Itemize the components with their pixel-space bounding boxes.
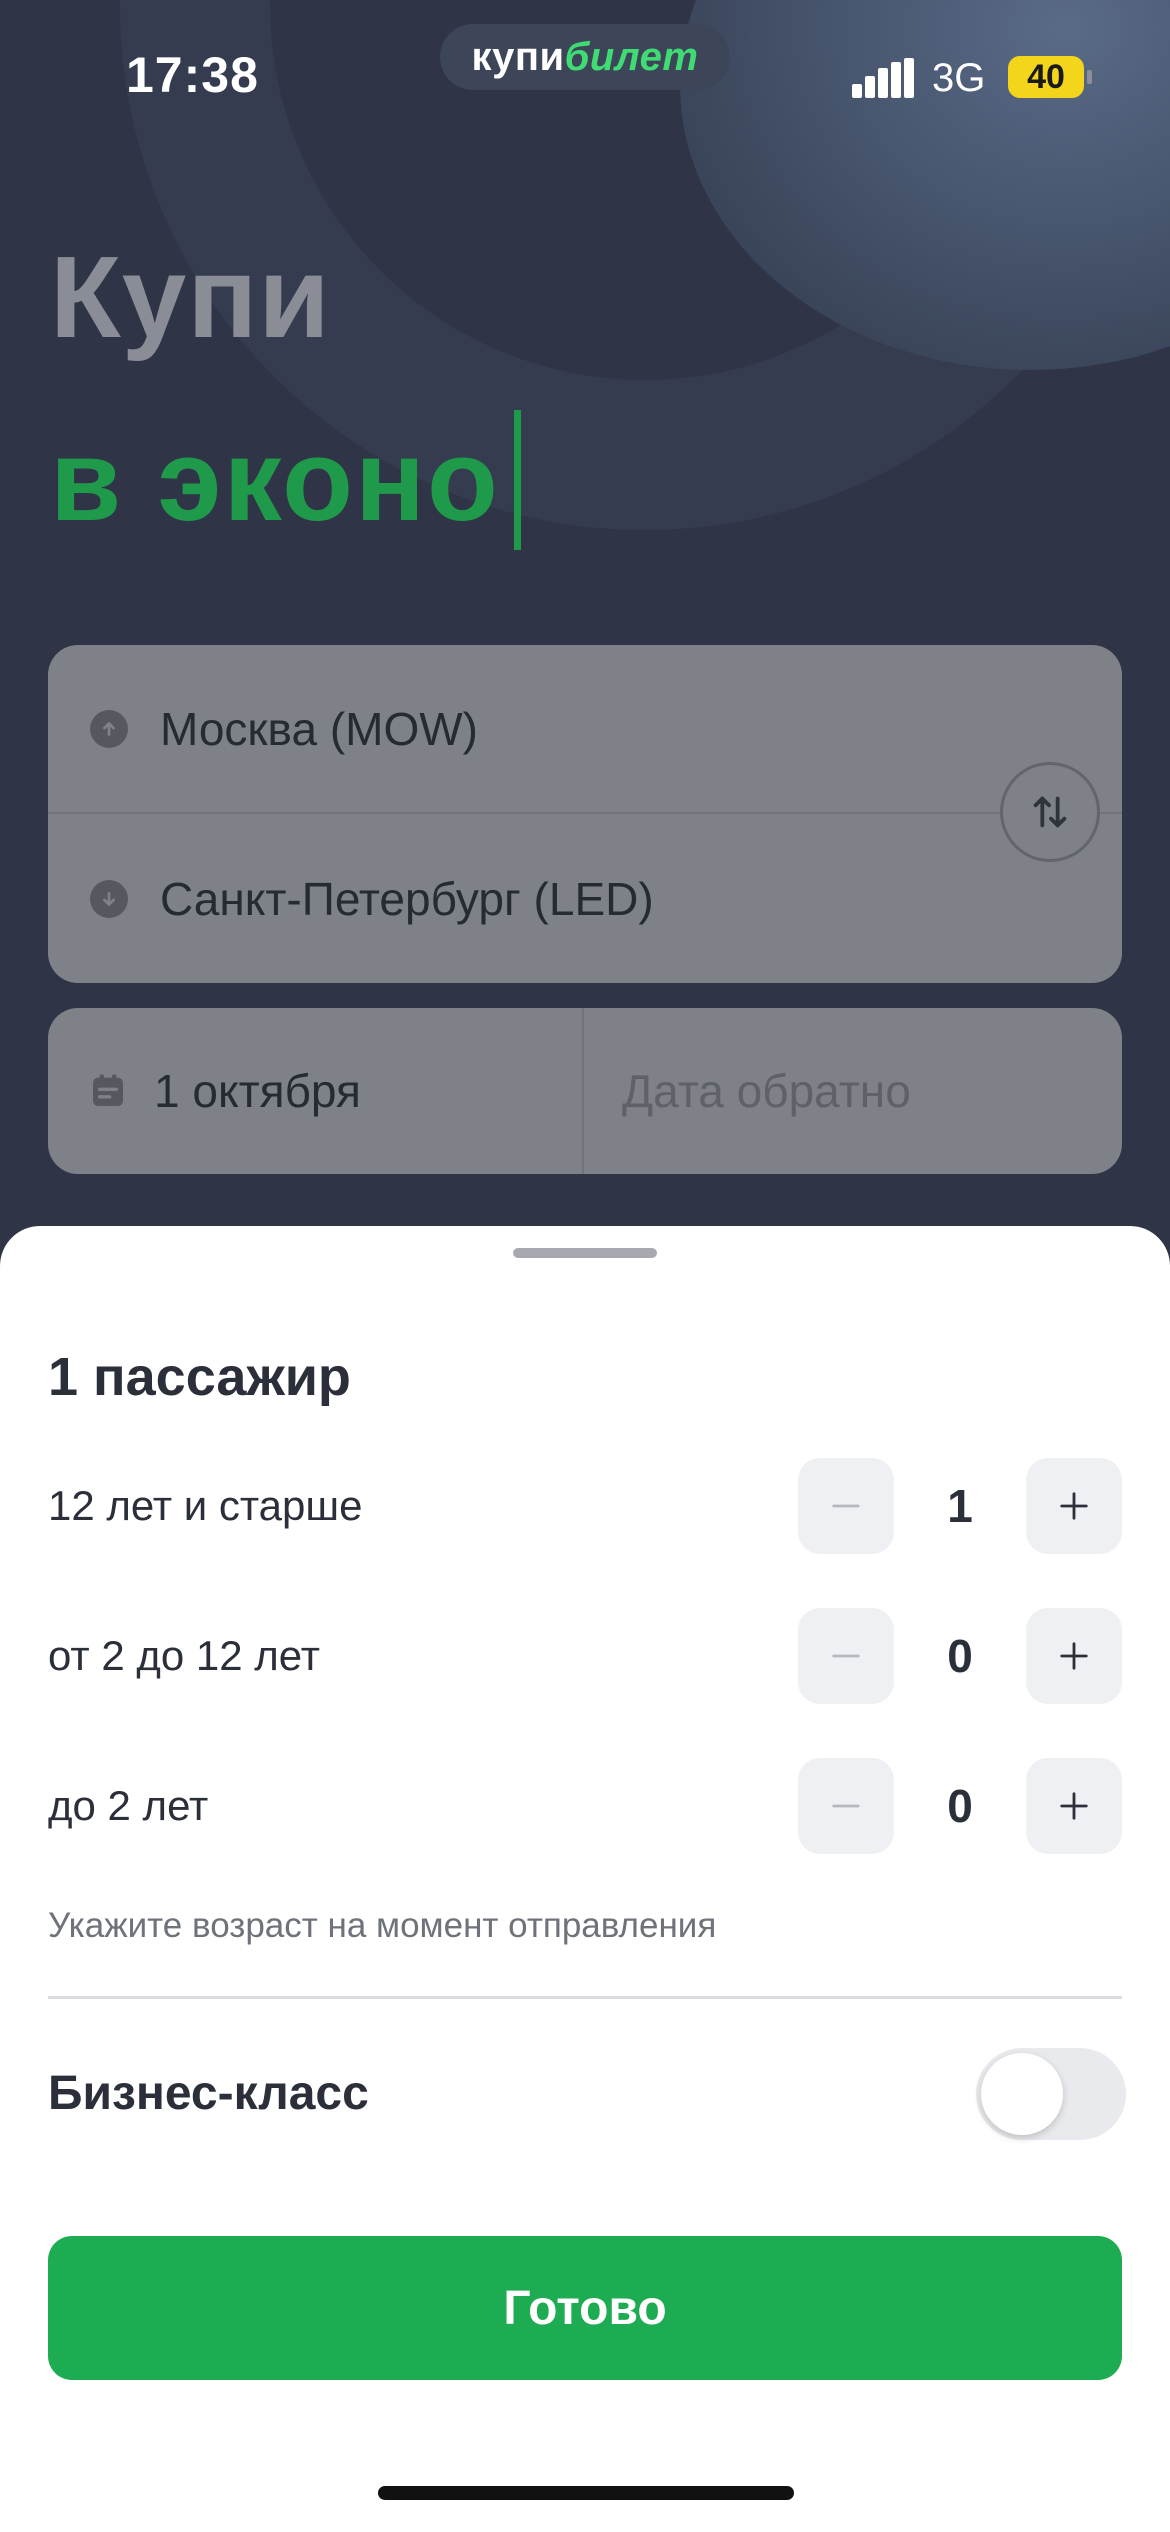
passenger-count: 1	[947, 1480, 973, 1532]
age-hint: Укажите возраст на момент отправления	[48, 1906, 717, 1945]
to-field[interactable]: Санкт-Петербург (LED)	[48, 814, 1122, 983]
brand-logo-part1: купи	[471, 34, 565, 79]
battery-icon: 40	[1008, 56, 1084, 98]
passenger-row-child: от 2 до 12 лет 0	[48, 1606, 1122, 1706]
passenger-row-infant: до 2 лет 0	[48, 1756, 1122, 1856]
brand-logo: купи билет	[440, 24, 730, 90]
plus-icon	[1060, 1792, 1088, 1820]
passenger-count: 0	[947, 1780, 973, 1832]
depart-date-field[interactable]: 1 октября	[48, 1008, 584, 1174]
route-card: Москва (MOW) Санкт-Петербург (LED)	[48, 645, 1122, 983]
depart-date-value: 1 октября	[154, 1065, 361, 1117]
from-value: Москва (MOW)	[160, 702, 478, 755]
adult-stepper: 1	[798, 1458, 1122, 1554]
signal-icon	[852, 58, 914, 98]
minus-icon	[832, 1804, 860, 1808]
increment-button[interactable]	[1026, 1758, 1122, 1854]
passengers-sheet: 1 пассажир 12 лет и старше 1 от 2 до 12 …	[0, 1226, 1170, 2532]
home-indicator[interactable]	[378, 2486, 794, 2500]
status-bar: 17:38 купи билет 3G 40	[0, 0, 1170, 150]
decrement-button[interactable]	[798, 1758, 894, 1854]
swap-route-button[interactable]	[1000, 762, 1100, 862]
calendar-icon	[93, 1074, 123, 1106]
passenger-row-adult: 12 лет и старше 1	[48, 1456, 1122, 1556]
done-button[interactable]: Готово	[48, 2236, 1122, 2380]
return-date-placeholder: Дата обратно	[622, 1065, 911, 1117]
sheet-title: 1 пассажир	[48, 1347, 351, 1407]
minus-icon	[832, 1504, 860, 1508]
battery-level: 40	[1027, 57, 1065, 96]
departure-pin-icon	[90, 709, 128, 748]
infant-stepper: 0	[798, 1758, 1122, 1854]
increment-button[interactable]	[1026, 1608, 1122, 1704]
arrival-pin-icon	[90, 879, 128, 918]
plus-icon	[1060, 1492, 1088, 1520]
passenger-label: от 2 до 12 лет	[48, 1632, 320, 1679]
headline-line1: Купи	[50, 232, 331, 362]
date-card: 1 октября Дата обратно	[48, 1008, 1122, 1174]
toggle-knob	[981, 2053, 1063, 2135]
passenger-count: 0	[947, 1630, 973, 1682]
business-class-toggle[interactable]	[976, 2048, 1126, 2140]
minus-icon	[832, 1654, 860, 1658]
battery-tip	[1087, 70, 1092, 84]
headline-line2: в эконо	[50, 410, 521, 550]
brand-logo-part2: билет	[564, 34, 699, 79]
decrement-button[interactable]	[798, 1458, 894, 1554]
network-type: 3G	[932, 56, 986, 100]
increment-button[interactable]	[1026, 1458, 1122, 1554]
swap-icon	[1033, 796, 1067, 828]
typing-cursor	[513, 410, 521, 550]
passenger-label: до 2 лет	[48, 1782, 209, 1829]
status-time: 17:38	[126, 47, 259, 103]
decrement-button[interactable]	[798, 1608, 894, 1704]
headline-line2-text: в эконо	[50, 415, 500, 545]
divider	[48, 1996, 1122, 1999]
passenger-label: 12 лет и старше	[48, 1482, 363, 1529]
from-field[interactable]: Москва (MOW)	[48, 645, 1122, 814]
sheet-grabber[interactable]	[513, 1248, 657, 1258]
child-stepper: 0	[798, 1608, 1122, 1704]
return-date-field[interactable]: Дата обратно	[584, 1008, 1122, 1174]
plus-icon	[1060, 1642, 1088, 1670]
business-class-label: Бизнес-класс	[48, 2067, 369, 2120]
to-value: Санкт-Петербург (LED)	[160, 872, 654, 925]
